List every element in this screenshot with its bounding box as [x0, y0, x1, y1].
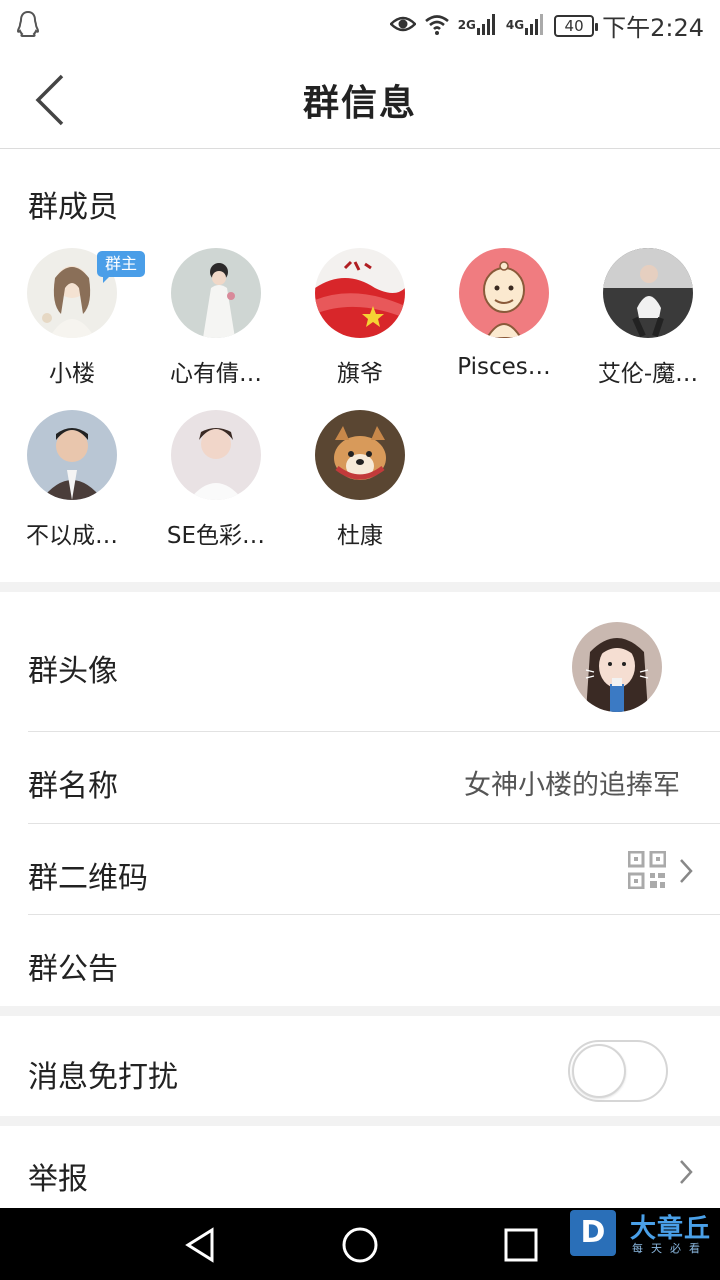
group-avatar-row[interactable]: 群头像 [0, 592, 720, 732]
status-bar: 2G 4G 40 下午2:24 [0, 0, 720, 50]
row-divider [28, 731, 720, 732]
toggle-knob [572, 1044, 626, 1098]
battery-indicator: 40 [554, 14, 599, 37]
member-item[interactable]: 不以成… [0, 410, 144, 560]
nav-home-icon[interactable] [341, 1226, 379, 1264]
row-divider [28, 823, 720, 824]
status-time: 下午2:24 [602, 14, 704, 42]
member-item[interactable]: 旗爷 [288, 248, 432, 398]
members-section-title: 群成员 [28, 190, 118, 225]
member-avatar [315, 248, 405, 338]
member-item[interactable]: 心有倩… [144, 248, 288, 398]
mute-label: 消息免打扰 [28, 1060, 178, 1095]
watermark-logo-mark: D [570, 1210, 616, 1256]
member-item[interactable]: SE色彩… [144, 410, 288, 560]
member-avatar [171, 410, 261, 500]
chevron-right-icon [680, 1160, 693, 1184]
group-avatar-image[interactable] [572, 622, 662, 712]
top-app-bar: 群信息 [0, 50, 720, 149]
nav-recents-icon[interactable] [502, 1226, 540, 1264]
member-avatar [171, 248, 261, 338]
qq-notification-icon [16, 10, 40, 42]
signal-icon [476, 12, 498, 40]
member-name: 艾伦-魔… [597, 361, 699, 387]
owner-badge: 群主 [97, 251, 145, 283]
member-item[interactable]: Pisces… [432, 248, 576, 398]
group-name-row[interactable]: 群名称 女神小楼的追捧军 [0, 733, 720, 824]
section-divider [0, 582, 720, 592]
members-section: 群成员 群主 小楼 心有倩… 旗爷 Pisces… 艾伦-魔… 不以成… SE色… [0, 150, 720, 582]
member-name: 旗爷 [337, 361, 383, 387]
page-title: 群信息 [302, 83, 417, 124]
group-name-label: 群名称 [28, 769, 118, 804]
mute-row: 消息免打扰 [0, 1016, 720, 1116]
mute-toggle[interactable] [568, 1040, 668, 1102]
group-qr-label: 群二维码 [28, 861, 148, 896]
nav-back-icon[interactable] [182, 1226, 220, 1264]
network-4g-label: 4G [505, 17, 525, 32]
qr-code-icon [627, 850, 667, 893]
member-name: 杜康 [337, 523, 383, 549]
signal-icon [524, 12, 546, 40]
member-avatar [459, 248, 549, 338]
member-avatar [315, 410, 405, 500]
member-name: 小楼 [49, 361, 95, 387]
group-notice-row[interactable]: 群公告 [0, 916, 720, 1006]
member-item[interactable]: 杜康 [288, 410, 432, 560]
group-avatar-label: 群头像 [28, 654, 118, 689]
watermark-slogan: 每天必看 [632, 1242, 708, 1255]
report-row[interactable]: 举报 [0, 1126, 720, 1208]
chevron-right-icon [680, 859, 693, 883]
system-nav-bar: D 大章丘 每天必看 [0, 1208, 720, 1280]
row-divider [28, 914, 720, 915]
section-divider [0, 1116, 720, 1126]
member-name: 心有倩… [170, 361, 262, 387]
group-notice-label: 群公告 [28, 952, 118, 987]
member-avatar [603, 248, 693, 338]
network-2g-label: 2G [457, 17, 476, 32]
member-item[interactable]: 群主 小楼 [0, 248, 145, 398]
member-item[interactable]: 艾伦-魔… [576, 248, 720, 398]
section-divider [0, 1006, 720, 1016]
group-name-value: 女神小楼的追捧军 [464, 770, 680, 801]
report-label: 举报 [28, 1162, 88, 1197]
member-avatar [27, 410, 117, 500]
wifi-icon [424, 13, 450, 39]
member-name: Pisces… [457, 354, 551, 380]
group-qr-row[interactable]: 群二维码 [0, 825, 720, 915]
member-name: SE色彩… [166, 523, 266, 549]
eye-icon [388, 14, 417, 38]
watermark-logo: D 大章丘 每天必看 [570, 1210, 712, 1268]
member-name: 不以成… [26, 523, 118, 549]
